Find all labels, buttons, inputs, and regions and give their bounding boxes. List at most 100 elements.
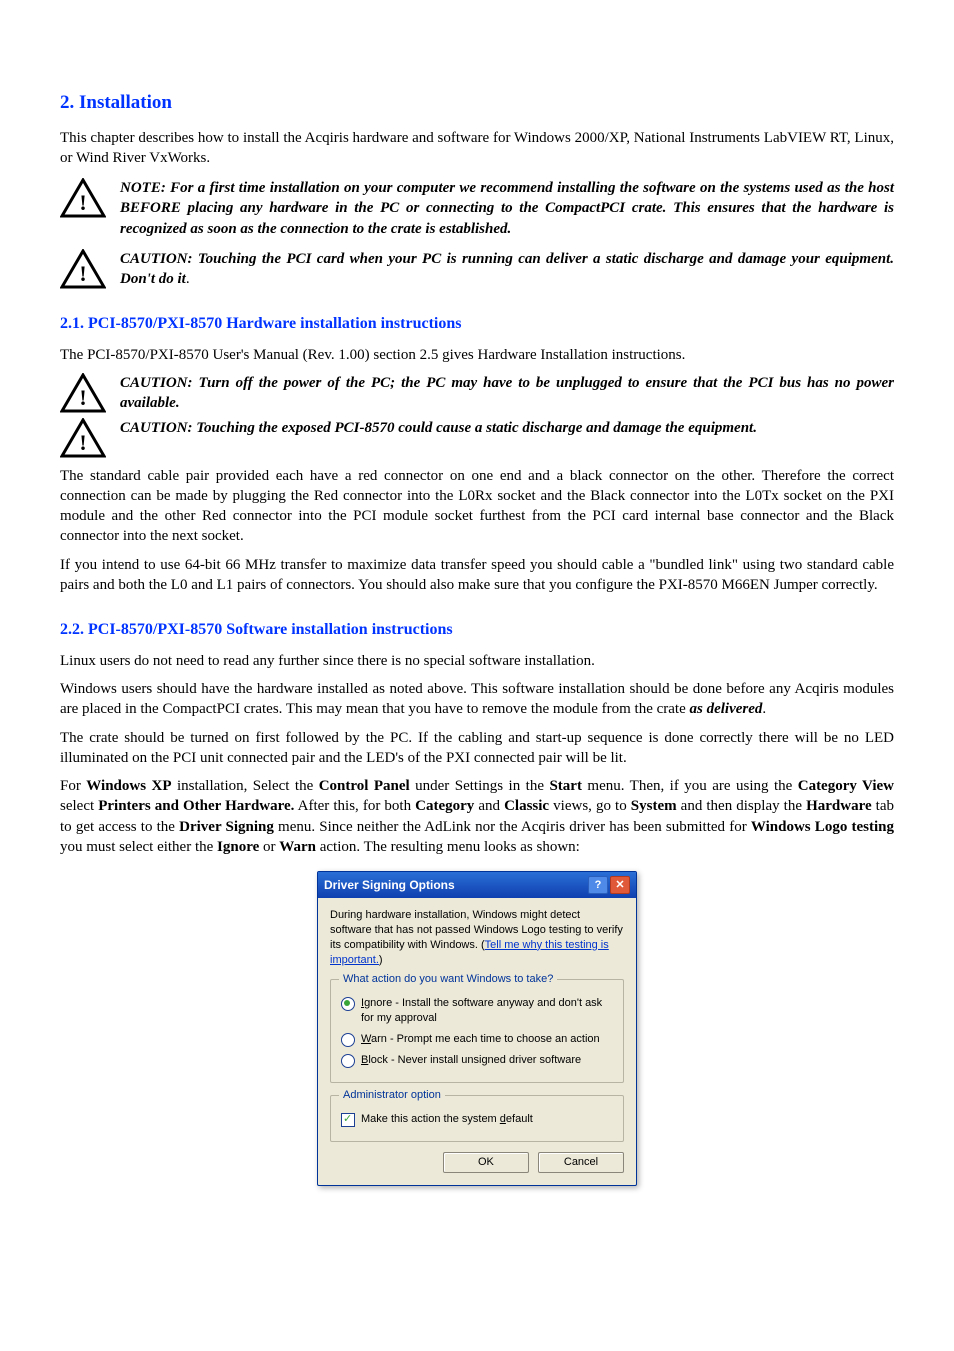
radio-label: Ignore - Install the software anyway and… xyxy=(361,996,613,1026)
caution-lead: CAUTION: xyxy=(120,251,193,267)
sw-p3: The crate should be turned on first foll… xyxy=(60,728,894,769)
t: Windows XP xyxy=(86,778,171,794)
radio-label: Block - Never install unsigned driver so… xyxy=(361,1053,581,1068)
note-row-1: ! NOTE: For a first time installation on… xyxy=(60,178,894,239)
t: lock - Never install unsigned driver sof… xyxy=(368,1054,581,1066)
checkbox-label: Make this action the system default xyxy=(361,1112,533,1127)
dialog-figure: Driver Signing Options ? ✕ During hardwa… xyxy=(60,871,894,1186)
checkbox-default[interactable]: Make this action the system default xyxy=(341,1112,613,1127)
t: select xyxy=(60,798,98,814)
caution-body: Touching the exposed PCI-8570 could caus… xyxy=(193,420,757,436)
t: After this, for both xyxy=(294,798,415,814)
admin-legend: Administrator option xyxy=(339,1088,445,1103)
t: Make this action the system xyxy=(361,1113,500,1125)
caution-icon: ! xyxy=(60,418,106,458)
t: Control Panel xyxy=(319,778,410,794)
t: installation, Select the xyxy=(172,778,319,794)
radio-ignore[interactable]: Ignore - Install the software anyway and… xyxy=(341,996,613,1026)
t: views, go to xyxy=(549,798,631,814)
t: Category View xyxy=(798,778,894,794)
dialog-title: Driver Signing Options xyxy=(324,877,586,893)
note-text: NOTE: For a first time installation on y… xyxy=(120,178,894,239)
help-button[interactable]: ? xyxy=(588,876,608,894)
radio-icon xyxy=(341,1033,355,1047)
dialog-body: During hardware installation, Windows mi… xyxy=(318,898,636,1185)
t: action. The resulting menu looks as show… xyxy=(316,839,580,855)
t: menu. Then, if you are using the xyxy=(582,778,798,794)
t: Windows Logo testing xyxy=(751,819,894,835)
t: under Settings in the xyxy=(410,778,550,794)
caution-body: Touching the PCI card when your PC is ru… xyxy=(120,251,894,287)
caution-text: CAUTION: Touching the exposed PCI-8570 c… xyxy=(120,418,894,438)
caution-icon: ! xyxy=(60,249,106,289)
dialog-titlebar[interactable]: Driver Signing Options ? ✕ xyxy=(318,872,636,898)
t: Classic xyxy=(504,798,549,814)
period: . xyxy=(186,271,190,287)
t: or xyxy=(259,839,279,855)
t: . xyxy=(762,701,766,717)
svg-text:!: ! xyxy=(79,261,86,286)
t: you must select either the xyxy=(60,839,217,855)
caution-lead: CAUTION xyxy=(120,375,188,391)
sw-mixed: For Windows XP installation, Select the … xyxy=(60,776,894,857)
heading-hw-install: 2.1. PCI-8570/PXI-8570 Hardware installa… xyxy=(60,313,894,335)
hw-p3: If you intend to use 64-bit 66 MHz trans… xyxy=(60,555,894,596)
radio-label: Warn - Prompt me each time to choose an … xyxy=(361,1032,600,1047)
document-page: 2. Installation This chapter describes h… xyxy=(0,0,954,1351)
caution-lead: CAUTION: xyxy=(120,420,193,436)
close-button[interactable]: ✕ xyxy=(610,876,630,894)
svg-text:!: ! xyxy=(79,385,86,410)
caution-icon: ! xyxy=(60,373,106,413)
t: gnore - Install the software anyway and … xyxy=(361,997,602,1024)
t: For xyxy=(60,778,86,794)
t: Category xyxy=(415,798,474,814)
caution-body: : Turn off the power of the PC; the PC m… xyxy=(120,375,894,411)
t: Ignore xyxy=(217,839,259,855)
t: Start xyxy=(549,778,582,794)
caution-row-2: ! CAUTION: Turn off the power of the PC;… xyxy=(60,373,894,414)
caution-row-3: ! CAUTION: Touching the exposed PCI-8570… xyxy=(60,418,894,458)
note-body: For a first time installation on your co… xyxy=(120,180,894,237)
cancel-button[interactable]: Cancel xyxy=(538,1152,624,1173)
svg-text:!: ! xyxy=(79,430,86,455)
svg-text:!: ! xyxy=(79,190,86,215)
hw-p2: The standard cable pair provided each ha… xyxy=(60,466,894,547)
radio-icon xyxy=(341,1054,355,1068)
t: arn - Prompt me each time to choose an a… xyxy=(371,1033,600,1045)
radio-icon xyxy=(341,997,355,1011)
caution-row-1: ! CAUTION: Touching the PCI card when yo… xyxy=(60,249,894,290)
t: efault xyxy=(506,1113,533,1125)
admin-fieldset: Administrator option Make this action th… xyxy=(330,1095,624,1142)
t: menu. Since neither the AdLink nor the A… xyxy=(274,819,751,835)
heading-installation: 2. Installation xyxy=(60,90,894,116)
sw-p1: Linux users do not need to read any furt… xyxy=(60,651,894,671)
checkbox-icon xyxy=(341,1113,355,1127)
caution-text: CAUTION: Touching the PCI card when your… xyxy=(120,249,894,290)
t: ) xyxy=(379,954,383,966)
dialog-intro: During hardware installation, Windows mi… xyxy=(330,908,624,967)
radio-block[interactable]: Block - Never install unsigned driver so… xyxy=(341,1053,613,1068)
t: Printers and Other Hardware. xyxy=(98,798,294,814)
caution-text: CAUTION: Turn off the power of the PC; t… xyxy=(120,373,894,414)
action-legend: What action do you want Windows to take? xyxy=(339,972,557,987)
t: Windows users should have the hardware i… xyxy=(60,681,894,717)
note-lead: NOTE: xyxy=(120,180,166,196)
t: and xyxy=(474,798,504,814)
driver-signing-dialog: Driver Signing Options ? ✕ During hardwa… xyxy=(317,871,637,1186)
ok-button[interactable]: OK xyxy=(443,1152,529,1173)
heading-sw-install: 2.2. PCI-8570/PXI-8570 Software installa… xyxy=(60,619,894,641)
hw-p1: The PCI-8570/PXI-8570 User's Manual (Rev… xyxy=(60,345,894,365)
caution-icon: ! xyxy=(60,178,106,218)
radio-warn[interactable]: Warn - Prompt me each time to choose an … xyxy=(341,1032,613,1047)
t: Hardware xyxy=(806,798,872,814)
sw-p2: Windows users should have the hardware i… xyxy=(60,679,894,720)
action-fieldset: What action do you want Windows to take?… xyxy=(330,979,624,1083)
intro-paragraph: This chapter describes how to install th… xyxy=(60,128,894,169)
t: Warn xyxy=(279,839,316,855)
t: System xyxy=(631,798,677,814)
t: as delivered xyxy=(690,701,763,717)
t: and then display the xyxy=(677,798,806,814)
dialog-buttons: OK Cancel xyxy=(330,1152,624,1173)
t: Driver Signing xyxy=(179,819,274,835)
t: W xyxy=(361,1033,371,1045)
